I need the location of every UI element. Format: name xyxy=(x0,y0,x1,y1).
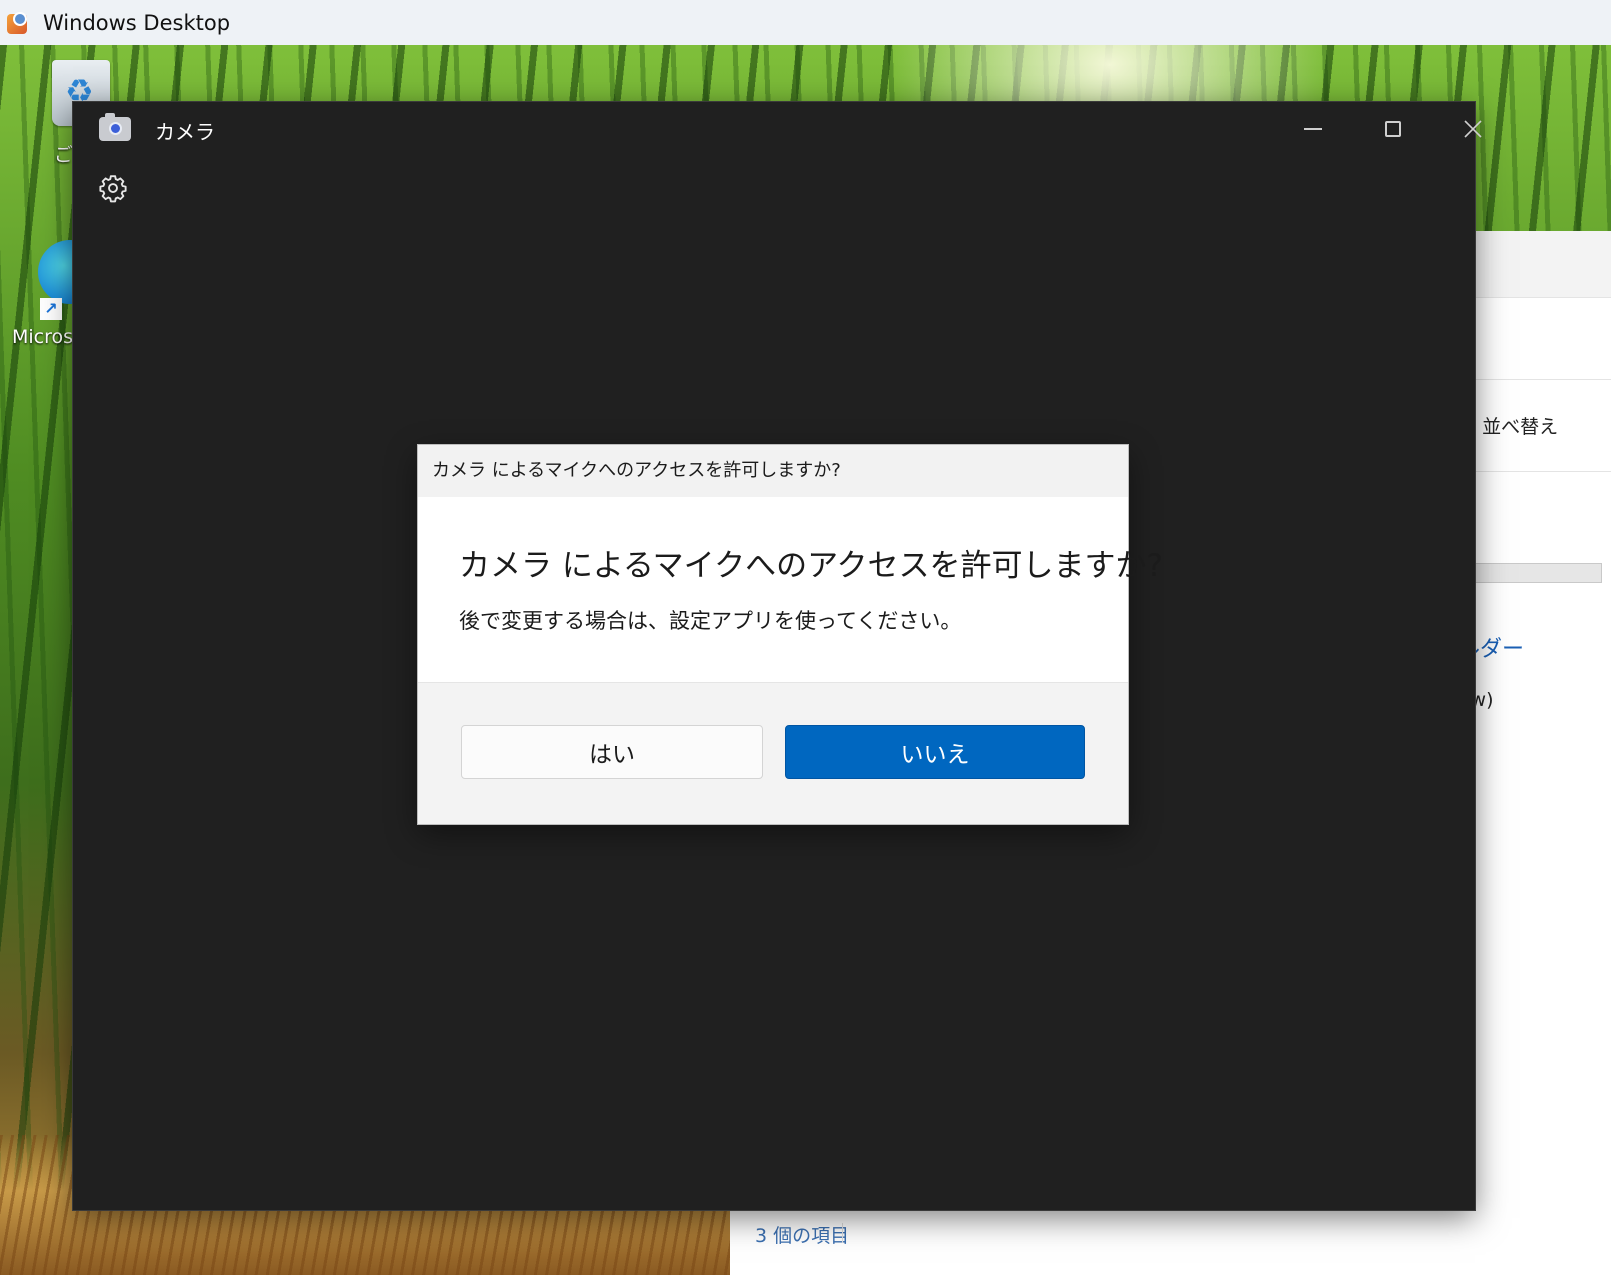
settings-button[interactable] xyxy=(93,168,133,208)
camera-app-window: カメラ カメラ によるマイクへのアクセスを許可しますか? カメラ によるマイクへ… xyxy=(73,102,1482,1210)
no-button[interactable]: いいえ xyxy=(785,725,1085,779)
maximize-button[interactable] xyxy=(1353,102,1433,156)
camera-app-icon xyxy=(99,113,131,141)
item-count: 3 個の項目 xyxy=(755,1225,850,1247)
dialog-caption: カメラ によるマイクへのアクセスを許可しますか? xyxy=(418,445,1128,497)
sort-label: 並べ替え xyxy=(1482,415,1559,438)
shortcut-arrow-icon: ↗ xyxy=(40,298,62,320)
remote-desktop-titlebar: Windows Desktop xyxy=(0,0,1611,46)
maximize-icon xyxy=(1385,121,1401,137)
remote-desktop-icon xyxy=(5,10,31,36)
dialog-heading: カメラ によるマイクへのアクセスを許可しますか? xyxy=(459,548,1163,584)
explorer-status-bar: 3 個の項目 xyxy=(730,1209,1611,1275)
edge-label[interactable]: Micros xyxy=(12,326,73,348)
remote-desktop-title: Windows Desktop xyxy=(43,10,231,35)
camera-titlebar: カメラ xyxy=(73,102,1482,156)
close-button[interactable] xyxy=(1433,102,1513,156)
close-icon xyxy=(1464,120,1482,138)
yes-button[interactable]: はい xyxy=(461,725,763,779)
dialog-subtext: 後で変更する場合は、設定アプリを使ってください。 xyxy=(459,609,962,633)
camera-title: カメラ xyxy=(155,120,215,144)
status-separator xyxy=(842,1223,843,1243)
dialog-footer: はい いいえ xyxy=(418,682,1128,824)
minimize-icon xyxy=(1304,128,1322,130)
microphone-permission-dialog: カメラ によるマイクへのアクセスを許可しますか? カメラ によるマイクへのアクセ… xyxy=(418,445,1163,824)
gear-icon xyxy=(99,175,127,203)
minimize-button[interactable] xyxy=(1273,102,1353,156)
recycle-bin-label[interactable]: ご xyxy=(54,140,73,167)
